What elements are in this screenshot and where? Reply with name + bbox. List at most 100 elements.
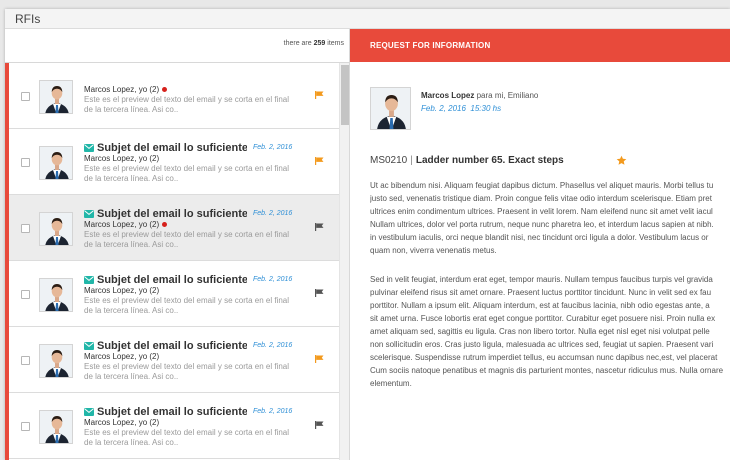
- row-preview: Este es el preview del texto del email y…: [84, 428, 289, 447]
- body-line: porttitor. Nullam a ipsum elit. Aliquam …: [370, 301, 710, 310]
- body-line: scelerisque. Suspendisse rutrum imperdie…: [370, 353, 718, 362]
- body-line: ultrices enim condimentum ultrices. Prae…: [370, 207, 713, 216]
- message-datetime: Feb. 2, 2016 15:30 hs: [421, 104, 501, 113]
- row-from: Marcos Lopez, yo (2): [84, 85, 168, 94]
- body-line: justo sed, venenatis tristique diam. Pro…: [370, 194, 712, 203]
- row-subject-line: Subjet del email lo suficientem.. Feb. 2,…: [84, 139, 299, 154]
- row-checkbox[interactable]: [21, 422, 30, 431]
- rfi-window: RFIs there are 259 items Marcos Lopez, y…: [5, 9, 730, 460]
- row-from: Marcos Lopez, yo (2): [84, 418, 160, 427]
- row-subject-line: Subjet del email lo suficientem.. Feb. 2,…: [84, 403, 299, 418]
- row-subject-line: Subjet del email lo suficientem.. Feb. 2,…: [84, 337, 299, 352]
- row-from: Marcos Lopez, yo (2): [84, 154, 160, 163]
- envelope-icon: [84, 209, 94, 218]
- row-preview: Este es el preview del texto del email y…: [84, 362, 289, 381]
- message-row[interactable]: Subjet del email lo suficientem.. Feb. 2,…: [9, 129, 339, 195]
- body-line: sit amet urna. Fusce lobortis erat eget …: [370, 314, 716, 323]
- avatar: [39, 410, 73, 444]
- star-icon[interactable]: [616, 155, 627, 166]
- row-date: Feb. 2, 2016: [253, 144, 293, 152]
- flag-icon[interactable]: [315, 223, 324, 231]
- row-checkbox[interactable]: [21, 158, 30, 167]
- body-line: pulvinar eleifend risus sit amet ornare.…: [370, 288, 712, 297]
- window-title: RFIs: [15, 12, 41, 26]
- flag-icon[interactable]: [315, 157, 324, 165]
- envelope-icon: [84, 143, 94, 152]
- row-subject-line: Subjet del email lo suficientem.. Feb. 2,…: [84, 205, 299, 220]
- row-preview: Este es el preview del texto del email y…: [84, 230, 289, 249]
- title-bar: RFIs: [5, 9, 730, 29]
- row-subject: Subjet del email lo suficientem..: [97, 141, 247, 154]
- body-line: in vestibulum iaculis, orci neque blandi…: [370, 233, 709, 242]
- avatar: [39, 146, 73, 180]
- body-line: Ut ac bibendum nisi. Aliquam feugiat dap…: [370, 181, 714, 190]
- body-line: amet aliquam sed, sagittis eu ligula. Cr…: [370, 327, 710, 336]
- row-subject: Subjet del email lo suficientem..: [97, 273, 247, 286]
- rfi-code: MS0210: [370, 155, 408, 166]
- row-from: Marcos Lopez, yo (2): [84, 352, 160, 361]
- unread-dot-icon: [162, 87, 168, 93]
- message-body-paragraph-1: Ut ac bibendum nisi. Aliquam feugiat dap…: [370, 179, 730, 257]
- row-subject: Subjet del email lo suficientem..: [97, 339, 247, 352]
- sender-line: Marcos Lopez para mi, Emiliano: [421, 91, 538, 100]
- message-time: 15:30 hs: [470, 104, 502, 113]
- row-preview: Este es el preview del texto del email y…: [84, 164, 289, 183]
- flag-icon[interactable]: [315, 421, 324, 429]
- row-checkbox[interactable]: [21, 290, 30, 299]
- item-count: there are 259 items: [283, 40, 344, 47]
- sender-name: Marcos Lopez: [421, 91, 475, 100]
- unread-dot-icon: [162, 222, 168, 228]
- row-subject: Subjet del email lo suficientem..: [97, 207, 247, 220]
- list-scrollbar[interactable]: [339, 63, 349, 460]
- message-list[interactable]: Marcos Lopez, yo (2) Este es el preview d…: [5, 62, 350, 460]
- row-date: Feb. 2, 2016: [253, 342, 293, 350]
- body-line: quam non, viverra venenatis metus.: [370, 246, 497, 255]
- message-subject: MS0210 | Ladder number 65. Exact steps: [370, 155, 564, 166]
- envelope-icon: [84, 407, 94, 416]
- row-subject: Subjet del email lo suficientem..: [97, 405, 247, 418]
- row-date: Feb. 2, 2016: [253, 210, 293, 218]
- body-line: non sollicitudin eros. Cras justo ligula…: [370, 340, 714, 349]
- row-preview: Este es el preview del texto del email y…: [84, 296, 289, 315]
- message-body-paragraph-2: Sed in velit feugiat, interdum erat eget…: [370, 273, 730, 389]
- row-preview: Este es el preview del texto del email y…: [84, 95, 289, 114]
- flag-icon[interactable]: [315, 355, 324, 363]
- row-checkbox[interactable]: [21, 356, 30, 365]
- body-line: elementum.: [370, 379, 412, 388]
- sender-avatar: [370, 87, 411, 130]
- recipients: para mi, Emiliano: [476, 91, 539, 100]
- detail-header-title: REQUEST FOR INFORMATION: [370, 41, 491, 50]
- row-checkbox[interactable]: [21, 92, 30, 101]
- body-line: Sed in velit feugiat, interdum erat eget…: [370, 275, 713, 284]
- avatar: [39, 80, 73, 114]
- scrollbar-thumb[interactable]: [341, 65, 349, 125]
- avatar: [39, 278, 73, 312]
- detail-header: REQUEST FOR INFORMATION: [350, 29, 730, 62]
- item-count-value: 259: [313, 40, 326, 47]
- row-from: Marcos Lopez, yo (2): [84, 220, 168, 229]
- detail-pane: REQUEST FOR INFORMATION Marcos Lopez par…: [350, 29, 730, 460]
- avatar: [39, 212, 73, 246]
- message-row[interactable]: Subjet del email lo suficientem.. Feb. 2,…: [9, 393, 339, 459]
- message-date: Feb. 2, 2016: [421, 104, 466, 113]
- avatar: [39, 344, 73, 378]
- flag-icon[interactable]: [315, 91, 324, 99]
- body-line: Nullam ultrices, dolor vel porta rutrum,…: [370, 220, 714, 229]
- envelope-icon: [84, 275, 94, 284]
- flag-icon[interactable]: [315, 289, 324, 297]
- item-count-bar: there are 259 items: [5, 29, 350, 62]
- row-date: Feb. 2, 2016: [253, 276, 293, 284]
- row-subject-line: Subjet del email lo suficientem.. Feb. 2,…: [84, 271, 299, 286]
- message-list-pane: there are 259 items Marcos Lopez, yo (2)…: [5, 29, 350, 460]
- envelope-icon: [84, 341, 94, 350]
- row-checkbox[interactable]: [21, 224, 30, 233]
- body-line: Cum sociis natoque penatibus et magnis d…: [370, 366, 724, 375]
- row-from: Marcos Lopez, yo (2): [84, 286, 160, 295]
- row-date: Feb. 2, 2016: [253, 408, 293, 416]
- message-row[interactable]: Subjet del email lo suficientem.. Feb. 2,…: [9, 327, 339, 393]
- subject-title: Ladder number 65. Exact steps: [415, 155, 564, 166]
- message-row[interactable]: Marcos Lopez, yo (2) Este es el preview d…: [9, 63, 339, 129]
- message-row[interactable]: Subjet del email lo suficientem.. Feb. 2,…: [9, 261, 339, 327]
- subject-separator: |: [410, 155, 413, 166]
- message-row[interactable]: Subjet del email lo suficientem.. Feb. 2,…: [9, 195, 339, 261]
